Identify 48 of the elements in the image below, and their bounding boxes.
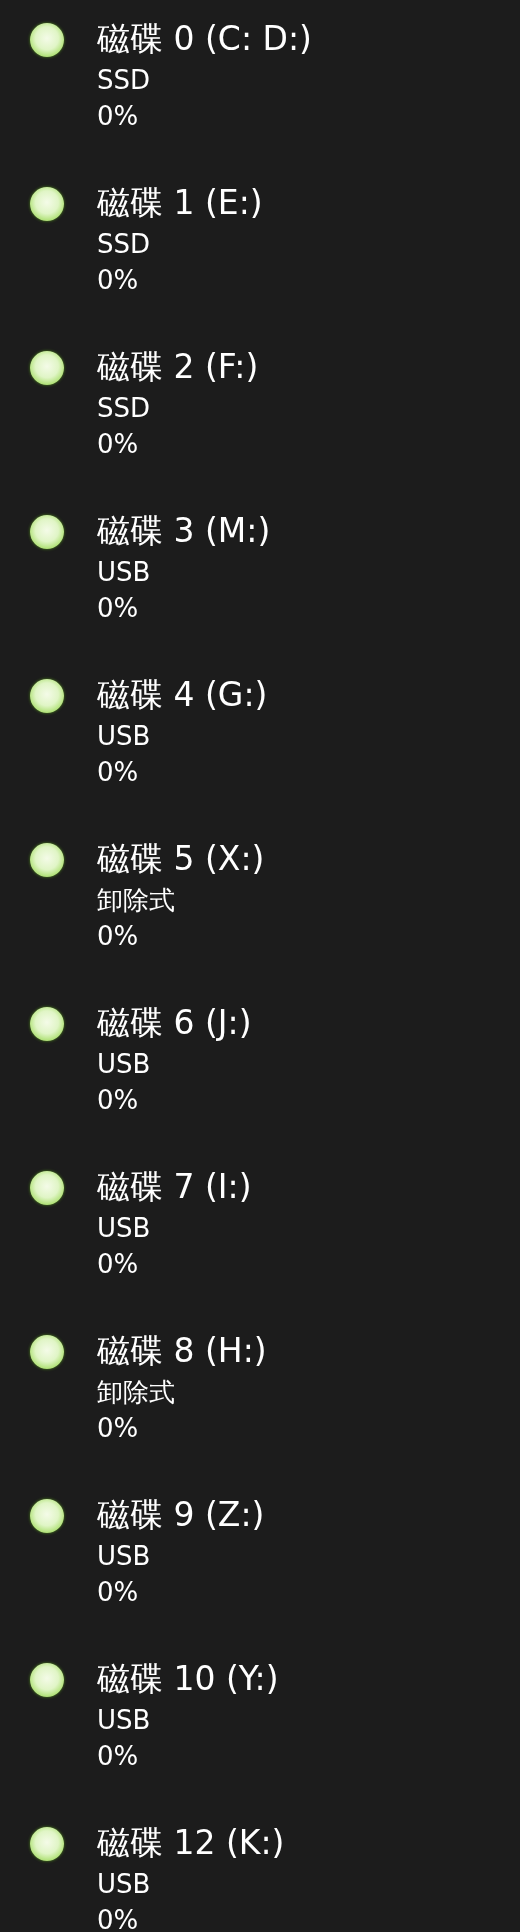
disk-type: USB xyxy=(97,556,152,589)
disk-usage: 0% xyxy=(97,1412,140,1445)
disk-title[interactable]: 磁碟 4 (G:) xyxy=(97,672,268,718)
status-dot-icon xyxy=(30,187,64,221)
disk-usage: 0% xyxy=(97,592,140,625)
disk-type: USB xyxy=(97,1704,152,1737)
status-dot-icon xyxy=(30,351,64,385)
status-dot-icon xyxy=(30,1499,64,1533)
disk-usage: 0% xyxy=(97,1084,140,1117)
status-dot-icon xyxy=(30,23,64,57)
disk-type: SSD xyxy=(97,64,152,97)
status-dot-icon xyxy=(30,1171,64,1205)
disk-title[interactable]: 磁碟 2 (F:) xyxy=(97,344,259,390)
status-dot-icon xyxy=(30,1335,64,1369)
disk-usage: 0% xyxy=(97,1576,140,1609)
disk-type: USB xyxy=(97,720,152,753)
disk-title[interactable]: 磁碟 12 (K:) xyxy=(97,1820,285,1866)
disk-title[interactable]: 磁碟 8 (H:) xyxy=(97,1328,267,1374)
status-dot-icon xyxy=(30,1663,64,1697)
disk-title[interactable]: 磁碟 9 (Z:) xyxy=(97,1492,265,1538)
disk-title[interactable]: 磁碟 1 (E:) xyxy=(97,180,263,226)
disk-title[interactable]: 磁碟 10 (Y:) xyxy=(97,1656,279,1702)
status-dot-icon xyxy=(30,1827,64,1861)
disk-usage: 0% xyxy=(97,756,140,789)
status-dot-icon xyxy=(30,1007,64,1041)
status-dot-icon xyxy=(30,515,64,549)
disk-type: SSD xyxy=(97,228,152,261)
disk-usage: 0% xyxy=(97,264,140,297)
disk-title[interactable]: 磁碟 0 (C: D:) xyxy=(97,16,312,62)
disk-usage: 0% xyxy=(97,428,140,461)
disk-usage: 0% xyxy=(97,100,140,133)
disk-usage: 0% xyxy=(97,920,140,953)
disk-title[interactable]: 磁碟 6 (J:) xyxy=(97,1000,252,1046)
disk-type: USB xyxy=(97,1212,152,1245)
status-dot-icon xyxy=(30,843,64,877)
disk-type: USB xyxy=(97,1048,152,1081)
disk-title[interactable]: 磁碟 3 (M:) xyxy=(97,508,271,554)
disk-type: SSD xyxy=(97,392,152,425)
disk-usage: 0% xyxy=(97,1248,140,1281)
status-dot-icon xyxy=(30,679,64,713)
disk-type: USB xyxy=(97,1868,152,1901)
disk-type: 卸除式 xyxy=(97,884,176,917)
disk-type: 卸除式 xyxy=(97,1376,176,1409)
disk-title[interactable]: 磁碟 5 (X:) xyxy=(97,836,265,882)
disk-usage: 0% xyxy=(97,1904,140,1932)
disk-type: USB xyxy=(97,1540,152,1573)
disk-title[interactable]: 磁碟 7 (I:) xyxy=(97,1164,252,1210)
disk-usage: 0% xyxy=(97,1740,140,1773)
